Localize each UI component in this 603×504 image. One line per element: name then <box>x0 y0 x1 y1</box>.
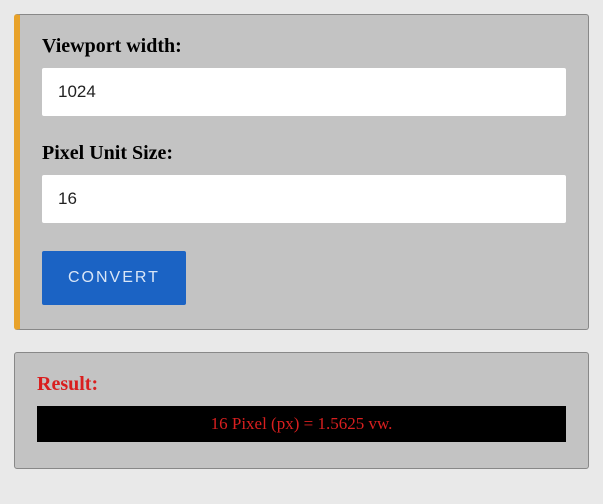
viewport-width-input[interactable] <box>42 68 566 116</box>
convert-button[interactable]: CONVERT <box>42 251 186 305</box>
pixel-unit-label: Pixel Unit Size: <box>42 142 566 165</box>
result-panel: Result: 16 Pixel (px) = 1.5625 vw. <box>14 352 589 469</box>
pixel-unit-input[interactable] <box>42 175 566 223</box>
viewport-width-label: Viewport width: <box>42 35 566 58</box>
result-text: 16 Pixel (px) = 1.5625 vw. <box>37 406 566 442</box>
result-heading: Result: <box>37 373 566 396</box>
converter-panel: Viewport width: Pixel Unit Size: CONVERT <box>14 14 589 330</box>
